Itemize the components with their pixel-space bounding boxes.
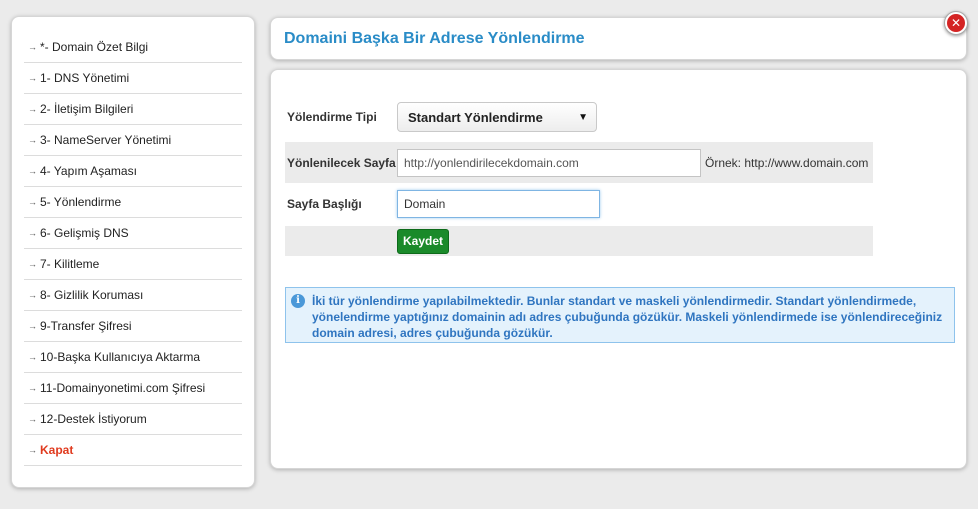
info-icon: i <box>291 294 305 308</box>
sidebar-item-redirect[interactable]: → 5- Yönlendirme <box>24 187 242 218</box>
sidebar-item-label: 5- Yönlendirme <box>40 195 122 209</box>
arrow-right-icon: → <box>28 135 37 145</box>
info-text: İki tür yönlendirme yapılabilmektedir. B… <box>312 294 943 340</box>
arrow-right-icon: → <box>28 352 37 362</box>
sidebar-item-transfer-user[interactable]: → 10-Başka Kullanıcıya Aktarma <box>24 342 242 373</box>
sidebar-item-label: 12-Destek İstiyorum <box>40 412 147 426</box>
arrow-right-icon: → <box>28 166 37 176</box>
arrow-right-icon: → <box>28 383 37 393</box>
sidebar-item-label: 4- Yapım Aşaması <box>40 164 137 178</box>
sidebar-item-domain-summary[interactable]: → *- Domain Özet Bilgi <box>24 32 242 63</box>
redirect-type-select[interactable]: Standart Yönlendirme ▼ <box>397 102 597 132</box>
sidebar-item-label: 3- NameServer Yönetimi <box>40 133 172 147</box>
target-url-label: Yönlenilecek Sayfa <box>287 155 396 170</box>
redirect-type-label: Yölendirme Tipi <box>287 110 377 124</box>
sidebar-item-transfer-code[interactable]: → 9-Transfer Şifresi <box>24 311 242 342</box>
redirect-type-value: Standart Yönlendirme <box>408 109 543 125</box>
header-panel: Domaini Başka Bir Adrese Yönlendirme <box>270 17 967 60</box>
url-example: Örnek: http://www.domain.com <box>705 155 869 170</box>
sidebar-item-construction[interactable]: → 4- Yapım Aşaması <box>24 156 242 187</box>
sidebar-item-label: Kapat <box>40 443 74 457</box>
sidebar-item-privacy[interactable]: → 8- Gizlilik Koruması <box>24 280 242 311</box>
sidebar-item-advanced-dns[interactable]: → 6- Gelişmiş DNS <box>24 218 242 249</box>
sidebar-item-support[interactable]: → 12-Destek İstiyorum <box>24 404 242 435</box>
sidebar-menu: → *- Domain Özet Bilgi → 1- DNS Yönetimi →… <box>24 32 242 466</box>
info-box: i İki tür yönlendirme yapılabilmektedir.… <box>285 287 955 343</box>
sidebar-item-label: *- Domain Özet Bilgi <box>40 40 149 54</box>
sidebar-item-label: 1- DNS Yönetimi <box>40 71 130 85</box>
page-title-label: Sayfa Başlığı <box>287 197 362 211</box>
sidebar-item-label: 7- Kilitleme <box>40 257 100 271</box>
arrow-right-icon: → <box>28 104 37 114</box>
arrow-right-icon: → <box>28 42 37 52</box>
sidebar-item-dns[interactable]: → 1- DNS Yönetimi <box>24 63 242 94</box>
arrow-right-icon: → <box>28 259 37 269</box>
sidebar-item-nameserver[interactable]: → 3- NameServer Yönetimi <box>24 125 242 156</box>
close-button[interactable]: ✕ <box>944 11 968 35</box>
arrow-right-icon: → <box>28 290 37 300</box>
main-panel: Yölendirme Tipi Standart Yönlendirme ▼ Y… <box>270 69 967 469</box>
sidebar-item-label: 9-Transfer Şifresi <box>40 319 132 333</box>
sidebar-item-contact[interactable]: → 2- İletişim Bilgileri <box>24 94 242 125</box>
sidebar-item-account-password[interactable]: → 11-Domainyonetimi.com Şifresi <box>24 373 242 404</box>
page-title-row: Sayfa Başlığı <box>285 184 873 224</box>
sidebar: → *- Domain Özet Bilgi → 1- DNS Yönetimi →… <box>11 16 255 488</box>
sidebar-item-lock[interactable]: → 7- Kilitleme <box>24 249 242 280</box>
arrow-right-icon: → <box>28 197 37 207</box>
sidebar-item-close[interactable]: → Kapat <box>24 435 242 466</box>
sidebar-item-label: 11-Domainyonetimi.com Şifresi <box>40 381 206 395</box>
arrow-right-icon: → <box>28 321 37 331</box>
arrow-right-icon: → <box>28 414 37 424</box>
target-url-input[interactable] <box>397 148 701 177</box>
arrow-right-icon: → <box>28 445 37 455</box>
caret-down-icon: ▼ <box>578 111 588 123</box>
redirect-type-row: Yölendirme Tipi Standart Yönlendirme ▼ <box>285 99 873 135</box>
page-title-input[interactable] <box>397 190 600 218</box>
sidebar-item-label: 6- Gelişmiş DNS <box>40 226 129 240</box>
page-title: Domaini Başka Bir Adrese Yönlendirme <box>284 29 585 47</box>
arrow-right-icon: → <box>28 228 37 238</box>
close-icon: ✕ <box>947 14 965 32</box>
sidebar-item-label: 10-Başka Kullanıcıya Aktarma <box>40 350 201 364</box>
arrow-right-icon: → <box>28 73 37 83</box>
submit-row: Kaydet <box>285 226 873 256</box>
sidebar-item-label: 8- Gizlilik Koruması <box>40 288 144 302</box>
target-url-row: Yönlenilecek Sayfa Örnek: http://www.dom… <box>285 142 873 183</box>
sidebar-item-label: 2- İletişim Bilgileri <box>40 102 134 116</box>
save-button[interactable]: Kaydet <box>397 228 450 254</box>
